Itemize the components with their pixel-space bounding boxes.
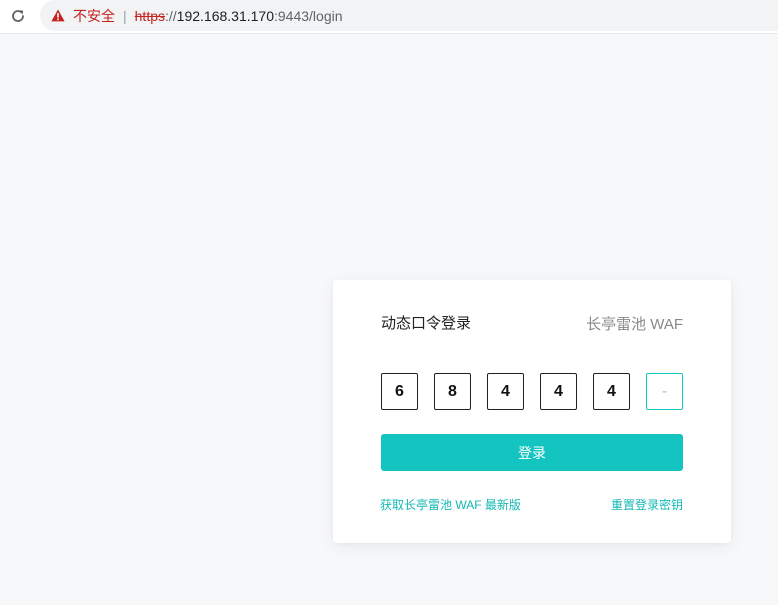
url-text[interactable]: https://192.168.31.170:9443/login [135,8,343,24]
url-host: 192.168.31.170 [176,7,274,24]
brand-label: 长亭雷池 WAF [586,316,683,333]
otp-digit-4[interactable]: 4 [540,373,577,410]
otp-digit-6[interactable]: - [646,373,683,410]
insecure-label[interactable]: 不安全 [73,6,115,26]
url-divider: | [123,7,127,24]
download-latest-link[interactable]: 获取长亭雷池 WAF 最新版 [380,496,521,513]
login-title: 动态口令登录 [381,315,472,332]
url-scheme: https [134,7,165,24]
otp-digit-3[interactable]: 4 [487,373,524,410]
url-path: :9443/login [274,7,343,24]
otp-digit-5[interactable]: 4 [593,373,630,410]
url-scheme-separator: :// [165,7,177,24]
browser-toolbar: 不安全 | https://192.168.31.170:9443/login [0,0,778,34]
reset-login-key-link[interactable]: 重置登录密钥 [611,496,683,513]
otp-digit-1[interactable]: 6 [381,373,418,410]
otp-input-group: 6 8 4 4 4 - [381,373,683,410]
otp-digit-2[interactable]: 8 [434,373,471,410]
address-bar[interactable]: 不安全 | https://192.168.31.170:9443/login [40,0,778,31]
login-button[interactable]: 登录 [381,434,683,471]
login-card: 动态口令登录 长亭雷池 WAF 6 8 4 4 4 - 登录 获取长亭雷池 WA… [333,280,731,543]
warning-triangle-icon[interactable] [50,8,66,24]
reload-icon[interactable] [9,7,27,25]
